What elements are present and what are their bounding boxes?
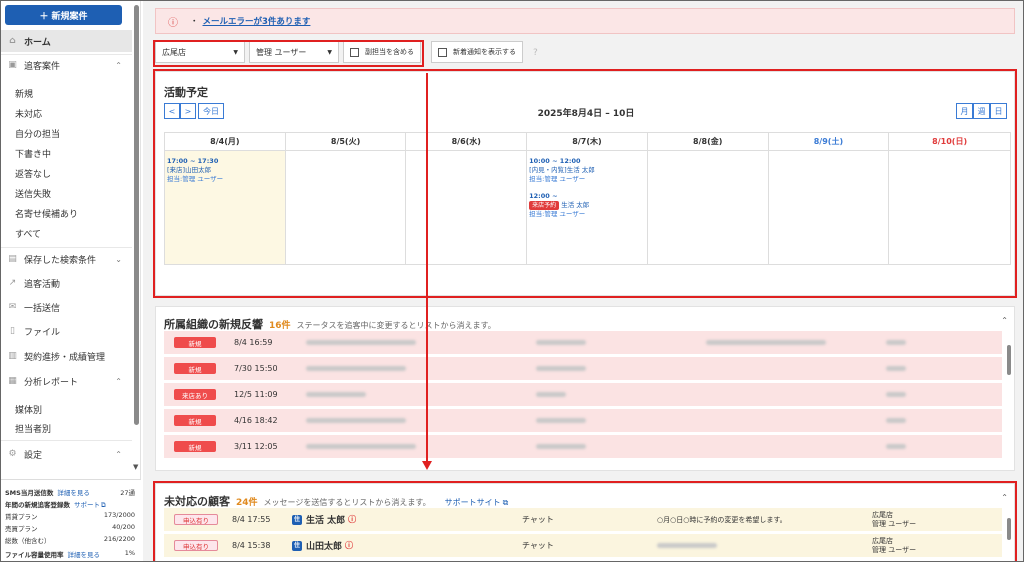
activity-icon: ↗ (8, 277, 17, 288)
sms-detail-link[interactable]: 詳細を見る (57, 489, 90, 497)
sidebar-item-bulk-send[interactable]: ✉ 一括送信 (1, 296, 132, 318)
unhandled-highlight-box (153, 481, 1017, 561)
blurred-name (306, 366, 406, 371)
blurred-store (886, 418, 906, 423)
blurred-store (886, 444, 906, 449)
sidebar-item-saved-search[interactable]: ▤ 保存した検索条件 ⌄ (1, 248, 132, 270)
analysis-icon: ▦ (8, 375, 17, 386)
blurred-channel (536, 418, 586, 423)
sidebar-sub-no-reply[interactable]: 返答なし (15, 167, 51, 180)
panel-scrollbar[interactable] (1007, 345, 1011, 375)
blurred-name (306, 418, 406, 423)
show-new-checkbox[interactable]: 新着通知を表示する (431, 41, 523, 63)
new-responses-panel: 所属組織の新規反響 16件 ステータスを追客中に変更するとリストから消えます。 ⌃ … (155, 306, 1015, 471)
home-icon: ⌂ (9, 35, 16, 46)
annotation-arrow (426, 73, 428, 463)
sidebar-scrollbar[interactable] (134, 5, 139, 425)
blurred-name (306, 444, 416, 449)
status-badge: 新規 (174, 415, 216, 426)
blurred-channel (536, 392, 566, 397)
sidebar-item-follow-cases[interactable]: ▣ 追客案件 ⌃ (1, 54, 132, 76)
sidebar: ＋新規案件 ⌂ ホーム ▣ 追客案件 ⌃ 新規 未対応 自分の担当 下書き中 返答なし… (1, 1, 141, 561)
table-row[interactable]: 新規 3/11 12:05 (164, 435, 1002, 459)
bar-chart-icon: ▥ (8, 350, 17, 361)
app-window: ＋新規案件 ⌂ ホーム ▣ 追客案件 ⌃ 新規 未対応 自分の担当 下書き中 返答なし… (0, 0, 1024, 562)
new-responses-desc: ステータスを追客中に変更するとリストから消えます。 (296, 321, 496, 330)
table-row[interactable]: 新規 8/4 16:59 (164, 331, 1002, 355)
file-detail-link[interactable]: 詳細を見る (68, 551, 101, 559)
alert-circle-icon: ⓘ (168, 17, 178, 29)
sidebar-item-follow-activity[interactable]: ↗ 追客活動 (1, 272, 132, 294)
annotation-arrowhead (422, 461, 432, 470)
table-row[interactable]: 新規 4/16 18:42 (164, 409, 1002, 433)
status-badge: 来店あり (174, 389, 216, 400)
blurred-channel (536, 340, 586, 345)
blurred-message (706, 340, 826, 345)
status-badge: 新規 (174, 363, 216, 374)
schedule-highlight-box (153, 69, 1017, 298)
file-icon: ▯ (10, 325, 15, 336)
help-icon[interactable]: ? (533, 48, 538, 58)
sidebar-item-settings[interactable]: ⚙ 設定 ⌃ (1, 443, 132, 465)
plus-icon: ＋ (39, 11, 49, 22)
blurred-store (886, 392, 906, 397)
usage-summary: SMS当月送信数 詳細を見る 27通 年間の新規追客登録数 サポート⧉ 賃貸プラン 17… (1, 479, 141, 561)
collapse-icon[interactable]: ⌃ (1001, 316, 1008, 325)
sidebar-sub-mine[interactable]: 自分の担当 (15, 127, 60, 140)
sidebar-sub-unhandled[interactable]: 未対応 (15, 107, 42, 120)
main-content: ⓘ ・ メールエラーが3件あります 広尾店 ▼ 管理 ユーザー ▼ 副担当を含める … (143, 1, 1023, 561)
scroll-down-icon[interactable]: ▼ (133, 463, 138, 471)
chevron-up-icon: ⌃ (115, 449, 122, 459)
sidebar-sub-by-media[interactable]: 媒体別 (15, 403, 42, 416)
new-responses-title: 所属組織の新規反響 (164, 318, 263, 331)
sidebar-sub-new[interactable]: 新規 (15, 87, 33, 100)
external-link-icon: ⧉ (101, 501, 106, 509)
sidebar-item-files[interactable]: ▯ ファイル (1, 320, 132, 342)
new-case-label: 新規案件 (51, 11, 88, 22)
status-badge: 新規 (174, 337, 216, 348)
gear-icon: ⚙ (8, 448, 17, 459)
table-row[interactable]: 来店あり 12/5 11:09 (164, 383, 1002, 407)
status-badge: 新規 (174, 441, 216, 452)
error-banner: ⓘ ・ メールエラーが3件あります (155, 8, 1015, 34)
annual-support-link[interactable]: サポート (74, 501, 100, 509)
sidebar-item-contract[interactable]: ▥ 契約進捗・成績管理 (1, 345, 132, 367)
blurred-channel (536, 366, 586, 371)
sidebar-item-analysis[interactable]: ▦ 分析レポート ⌃ (1, 370, 132, 392)
chevron-up-icon: ⌃ (115, 60, 122, 70)
mail-icon: ✉ (8, 301, 17, 312)
sidebar-sub-merge[interactable]: 名寄せ候補あり (15, 207, 78, 220)
new-responses-count: 16件 (269, 321, 291, 331)
sidebar-sub-send-failed[interactable]: 送信失敗 (15, 187, 51, 200)
blurred-store (886, 366, 906, 371)
person-card-icon: ▣ (8, 59, 17, 70)
blurred-store (886, 340, 906, 345)
sidebar-sub-draft[interactable]: 下書き中 (15, 147, 51, 160)
chevron-up-icon: ⌃ (115, 376, 122, 386)
blurred-name (306, 340, 416, 345)
new-case-button[interactable]: ＋新規案件 (5, 5, 122, 25)
blurred-name (306, 392, 366, 397)
chevron-down-icon: ⌄ (115, 254, 122, 264)
row-date: 3/11 12:05 (234, 442, 278, 451)
row-date: 7/30 15:50 (234, 364, 278, 373)
row-date: 4/16 18:42 (234, 416, 278, 425)
blurred-channel (536, 444, 586, 449)
sidebar-sub-all[interactable]: すべて (15, 227, 41, 240)
filter-highlight-box (153, 40, 424, 67)
sidebar-sub-by-staff[interactable]: 担当者別 (15, 422, 51, 435)
sidebar-item-home[interactable]: ⌂ ホーム (1, 30, 132, 52)
row-date: 12/5 11:09 (234, 390, 278, 399)
doc-search-icon: ▤ (8, 253, 17, 264)
checkbox-box[interactable] (438, 47, 447, 57)
row-date: 8/4 16:59 (234, 338, 273, 347)
table-row[interactable]: 新規 7/30 15:50 (164, 357, 1002, 381)
mail-error-link[interactable]: メールエラーが3件あります (203, 15, 311, 27)
